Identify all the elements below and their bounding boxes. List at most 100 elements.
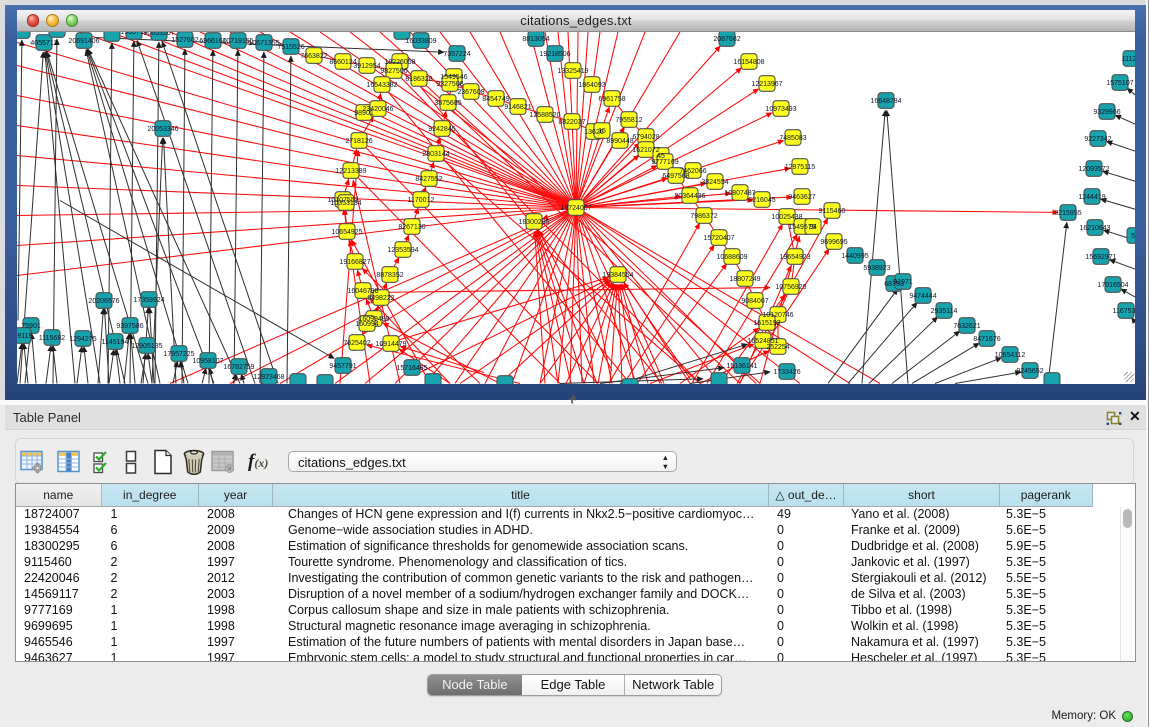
svg-text:8454749: 8454749 (482, 96, 509, 103)
svg-text:16782759: 16782759 (223, 364, 254, 371)
svg-text:8813054: 8813054 (522, 36, 549, 43)
svg-text:16648784: 16648784 (870, 98, 901, 105)
svg-text:1615192: 1615192 (753, 320, 780, 327)
svg-text:8471676: 8471676 (973, 336, 1000, 343)
svg-text:16154808: 16154808 (733, 59, 764, 66)
svg-text:1244419: 1244419 (1078, 194, 1105, 201)
svg-text:1145194: 1145194 (102, 339, 129, 346)
svg-text:1527602: 1527602 (171, 37, 198, 44)
svg-text:9463627: 9463627 (788, 194, 815, 201)
svg-text:7663822: 7663822 (300, 53, 327, 60)
svg-text:15716485: 15716485 (396, 365, 427, 372)
svg-text:8267130: 8267130 (398, 224, 425, 231)
svg-text:7986372: 7986372 (690, 213, 717, 220)
svg-text:6794028: 6794028 (632, 134, 659, 141)
svg-text:16033809: 16033809 (405, 38, 436, 45)
svg-text:15720407: 15720407 (703, 235, 734, 242)
svg-text:91971: 91971 (893, 279, 913, 286)
svg-text:9827506: 9827506 (380, 68, 407, 75)
svg-text:1440995: 1440995 (841, 253, 868, 260)
svg-text:18724007: 18724007 (560, 205, 591, 212)
svg-text:10654925: 10654925 (331, 229, 362, 236)
svg-text:12353594: 12353594 (387, 247, 418, 254)
svg-text:9329966: 9329966 (1093, 109, 1120, 116)
svg-text:16210643: 16210643 (1079, 225, 1110, 232)
svg-text:2935114: 2935114 (931, 308, 958, 315)
svg-text:9397586: 9397586 (116, 323, 143, 330)
svg-text:8822037: 8822037 (558, 119, 585, 126)
svg-text:10654112: 10654112 (995, 352, 1026, 359)
svg-text:20206576: 20206576 (88, 298, 119, 305)
svg-text:19166827: 19166827 (339, 259, 370, 266)
svg-text:7485083: 7485083 (779, 135, 806, 142)
svg-text:15: 15 (598, 128, 606, 135)
svg-text:17016504: 17016504 (1097, 282, 1128, 289)
svg-text:18300295: 18300295 (518, 219, 549, 226)
svg-text:12923468: 12923468 (253, 374, 284, 381)
svg-text:2087682: 2087682 (713, 36, 740, 43)
svg-text:16046788: 16046788 (347, 288, 378, 295)
svg-text:12213389: 12213389 (335, 168, 366, 175)
svg-text:9457791: 9457791 (329, 363, 356, 370)
svg-text:39119: 39119 (17, 333, 33, 340)
svg-text:9699695: 9699695 (820, 239, 847, 246)
svg-text:9084067: 9084067 (741, 298, 768, 305)
svg-text:10653267: 10653267 (143, 32, 174, 37)
svg-text:18226058: 18226058 (384, 59, 415, 66)
svg-text:13325419: 13325419 (557, 68, 588, 75)
svg-text:6498222: 6498222 (367, 295, 394, 302)
svg-text:10958107: 10958107 (192, 358, 223, 365)
svg-text:9242845: 9242845 (428, 126, 455, 133)
svg-text:75901: 75901 (21, 323, 41, 330)
svg-text:18807249: 18807249 (729, 276, 760, 283)
svg-text:8990448: 8990448 (606, 138, 633, 145)
svg-text:1549546: 1549546 (440, 74, 467, 81)
svg-text:8215955: 8215955 (1054, 210, 1081, 217)
svg-text:9327508: 9327508 (436, 81, 463, 88)
svg-text:4055712: 4055712 (30, 40, 57, 47)
svg-text:160994: 160994 (355, 321, 378, 328)
svg-text:9777169: 9777169 (651, 159, 678, 166)
svg-text:15692971: 15692971 (1085, 254, 1116, 261)
svg-text:10025438: 10025438 (771, 214, 802, 221)
svg-text:5938923: 5938923 (863, 265, 890, 272)
svg-text:6961758: 6961758 (598, 96, 625, 103)
svg-text:19384554: 19384554 (602, 272, 633, 279)
svg-text:9115460: 9115460 (819, 208, 846, 215)
svg-text:12588520: 12588520 (529, 112, 560, 119)
svg-text:10756928: 10756928 (775, 284, 806, 291)
svg-text:53: 53 (1131, 233, 1135, 240)
svg-text:6216045: 6216045 (748, 197, 775, 204)
svg-text:15136141: 15136141 (726, 363, 757, 370)
svg-text:20053346: 20053346 (147, 126, 178, 133)
svg-text:1170012: 1170012 (408, 197, 435, 204)
svg-text:8186328: 8186328 (405, 76, 432, 83)
svg-text:94: 94 (809, 224, 817, 231)
svg-text:23420046: 23420046 (362, 106, 393, 113)
svg-text:7515526: 7515526 (277, 44, 304, 51)
svg-text:1575107: 1575107 (1106, 80, 1133, 87)
svg-text:1733426: 1733426 (773, 369, 800, 376)
svg-text:1864093: 1864093 (578, 82, 605, 89)
svg-text:17359924: 17359924 (133, 297, 164, 304)
svg-text:9146821: 9146821 (504, 104, 531, 111)
svg-text:7357224: 7357224 (443, 51, 470, 58)
svg-text:3824554: 3824554 (701, 179, 728, 186)
svg-text:17957225: 17957225 (163, 351, 194, 358)
svg-text:2803144: 2803144 (422, 151, 449, 158)
svg-text:9474444: 9474444 (909, 293, 936, 300)
svg-text:7632621: 7632621 (953, 323, 980, 330)
svg-text:1294275: 1294275 (69, 336, 96, 343)
svg-text:10973493: 10973493 (765, 106, 796, 113)
svg-text:8427552: 8427552 (415, 176, 442, 183)
svg-text:2718126: 2718126 (345, 138, 372, 145)
svg-text:8878352: 8878352 (376, 272, 403, 279)
svg-text:1115682: 1115682 (39, 335, 65, 342)
svg-text:16914479: 16914479 (375, 341, 406, 348)
svg-text:1621072: 1621072 (632, 147, 659, 154)
svg-text:10353134: 10353134 (330, 200, 361, 207)
svg-text:12213967: 12213967 (751, 81, 782, 88)
svg-text:7625402: 7625402 (343, 340, 370, 347)
svg-text:16543382: 16543382 (366, 82, 397, 89)
svg-text:20364436: 20364436 (674, 193, 705, 200)
